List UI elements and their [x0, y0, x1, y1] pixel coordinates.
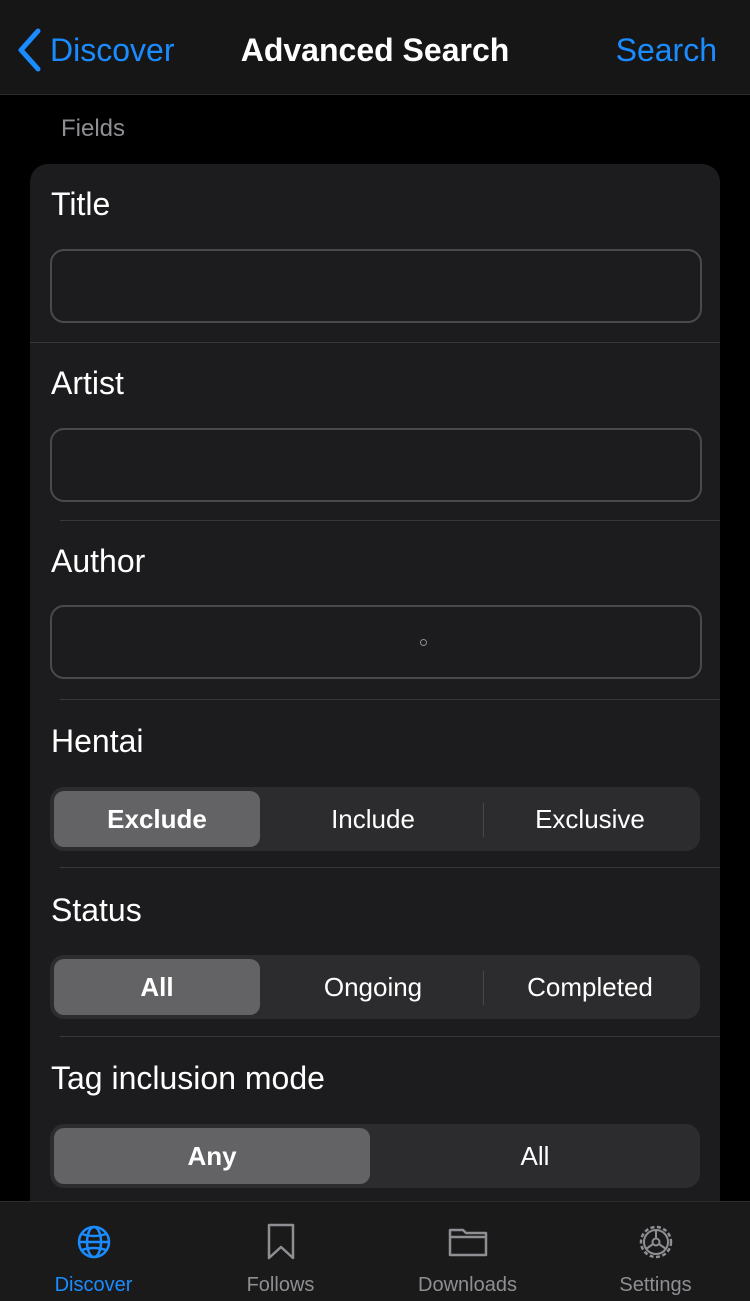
artist-label: Artist	[51, 365, 124, 401]
tag-mode-label: Tag inclusion mode	[51, 1060, 325, 1096]
title-label: Title	[51, 186, 111, 222]
tab-downloads[interactable]: Downloads	[374, 1202, 561, 1301]
tag-mode-option-any[interactable]: Any	[54, 1128, 370, 1184]
back-button[interactable]: Discover	[16, 28, 174, 72]
title-row: Title	[30, 164, 720, 342]
hentai-option-exclude[interactable]: Exclude	[54, 791, 260, 847]
author-field[interactable]	[50, 605, 702, 679]
cursor-indicator	[420, 639, 427, 646]
fields-card: Title Artist Author Hentai Exclude Inclu…	[30, 164, 720, 1244]
status-option-all[interactable]: All	[54, 959, 260, 1015]
tab-label: Follows	[246, 1274, 315, 1296]
gear-icon	[636, 1222, 676, 1262]
folder-icon	[448, 1222, 488, 1262]
status-row: Status All Ongoing Completed	[30, 868, 720, 1036]
tab-label: Settings	[619, 1274, 692, 1296]
tab-discover[interactable]: Discover	[0, 1202, 187, 1301]
artist-row: Artist	[30, 343, 720, 520]
bookmark-icon	[261, 1222, 301, 1262]
globe-icon	[74, 1222, 114, 1262]
tab-label: Discover	[54, 1274, 133, 1296]
tag-mode-option-all[interactable]: All	[374, 1128, 696, 1184]
hentai-option-exclusive[interactable]: Exclusive	[484, 791, 696, 847]
search-button[interactable]: Search	[616, 28, 717, 72]
navigation-bar: Discover Advanced Search Search	[0, 0, 750, 95]
hentai-row: Hentai Exclude Include Exclusive	[30, 700, 720, 867]
title-field[interactable]	[50, 249, 702, 323]
status-label: Status	[51, 892, 142, 928]
back-button-label: Discover	[50, 32, 175, 68]
author-row: Author	[30, 521, 720, 699]
chevron-left-icon	[16, 28, 42, 72]
tab-label: Downloads	[418, 1274, 517, 1296]
tab-settings[interactable]: Settings	[561, 1202, 750, 1301]
author-label: Author	[51, 543, 146, 579]
tab-bar: Discover Follows Downloads Settings	[0, 1201, 750, 1301]
hentai-label: Hentai	[51, 723, 144, 759]
status-segmented-control: All Ongoing Completed	[50, 955, 700, 1019]
status-option-completed[interactable]: Completed	[484, 959, 696, 1015]
tag-mode-segmented-control: Any All	[50, 1124, 700, 1188]
hentai-segmented-control: Exclude Include Exclusive	[50, 787, 700, 851]
tab-follows[interactable]: Follows	[187, 1202, 374, 1301]
hentai-option-include[interactable]: Include	[264, 791, 482, 847]
section-header-fields: Fields	[61, 115, 126, 142]
artist-field[interactable]	[50, 428, 702, 502]
status-option-ongoing[interactable]: Ongoing	[264, 959, 482, 1015]
